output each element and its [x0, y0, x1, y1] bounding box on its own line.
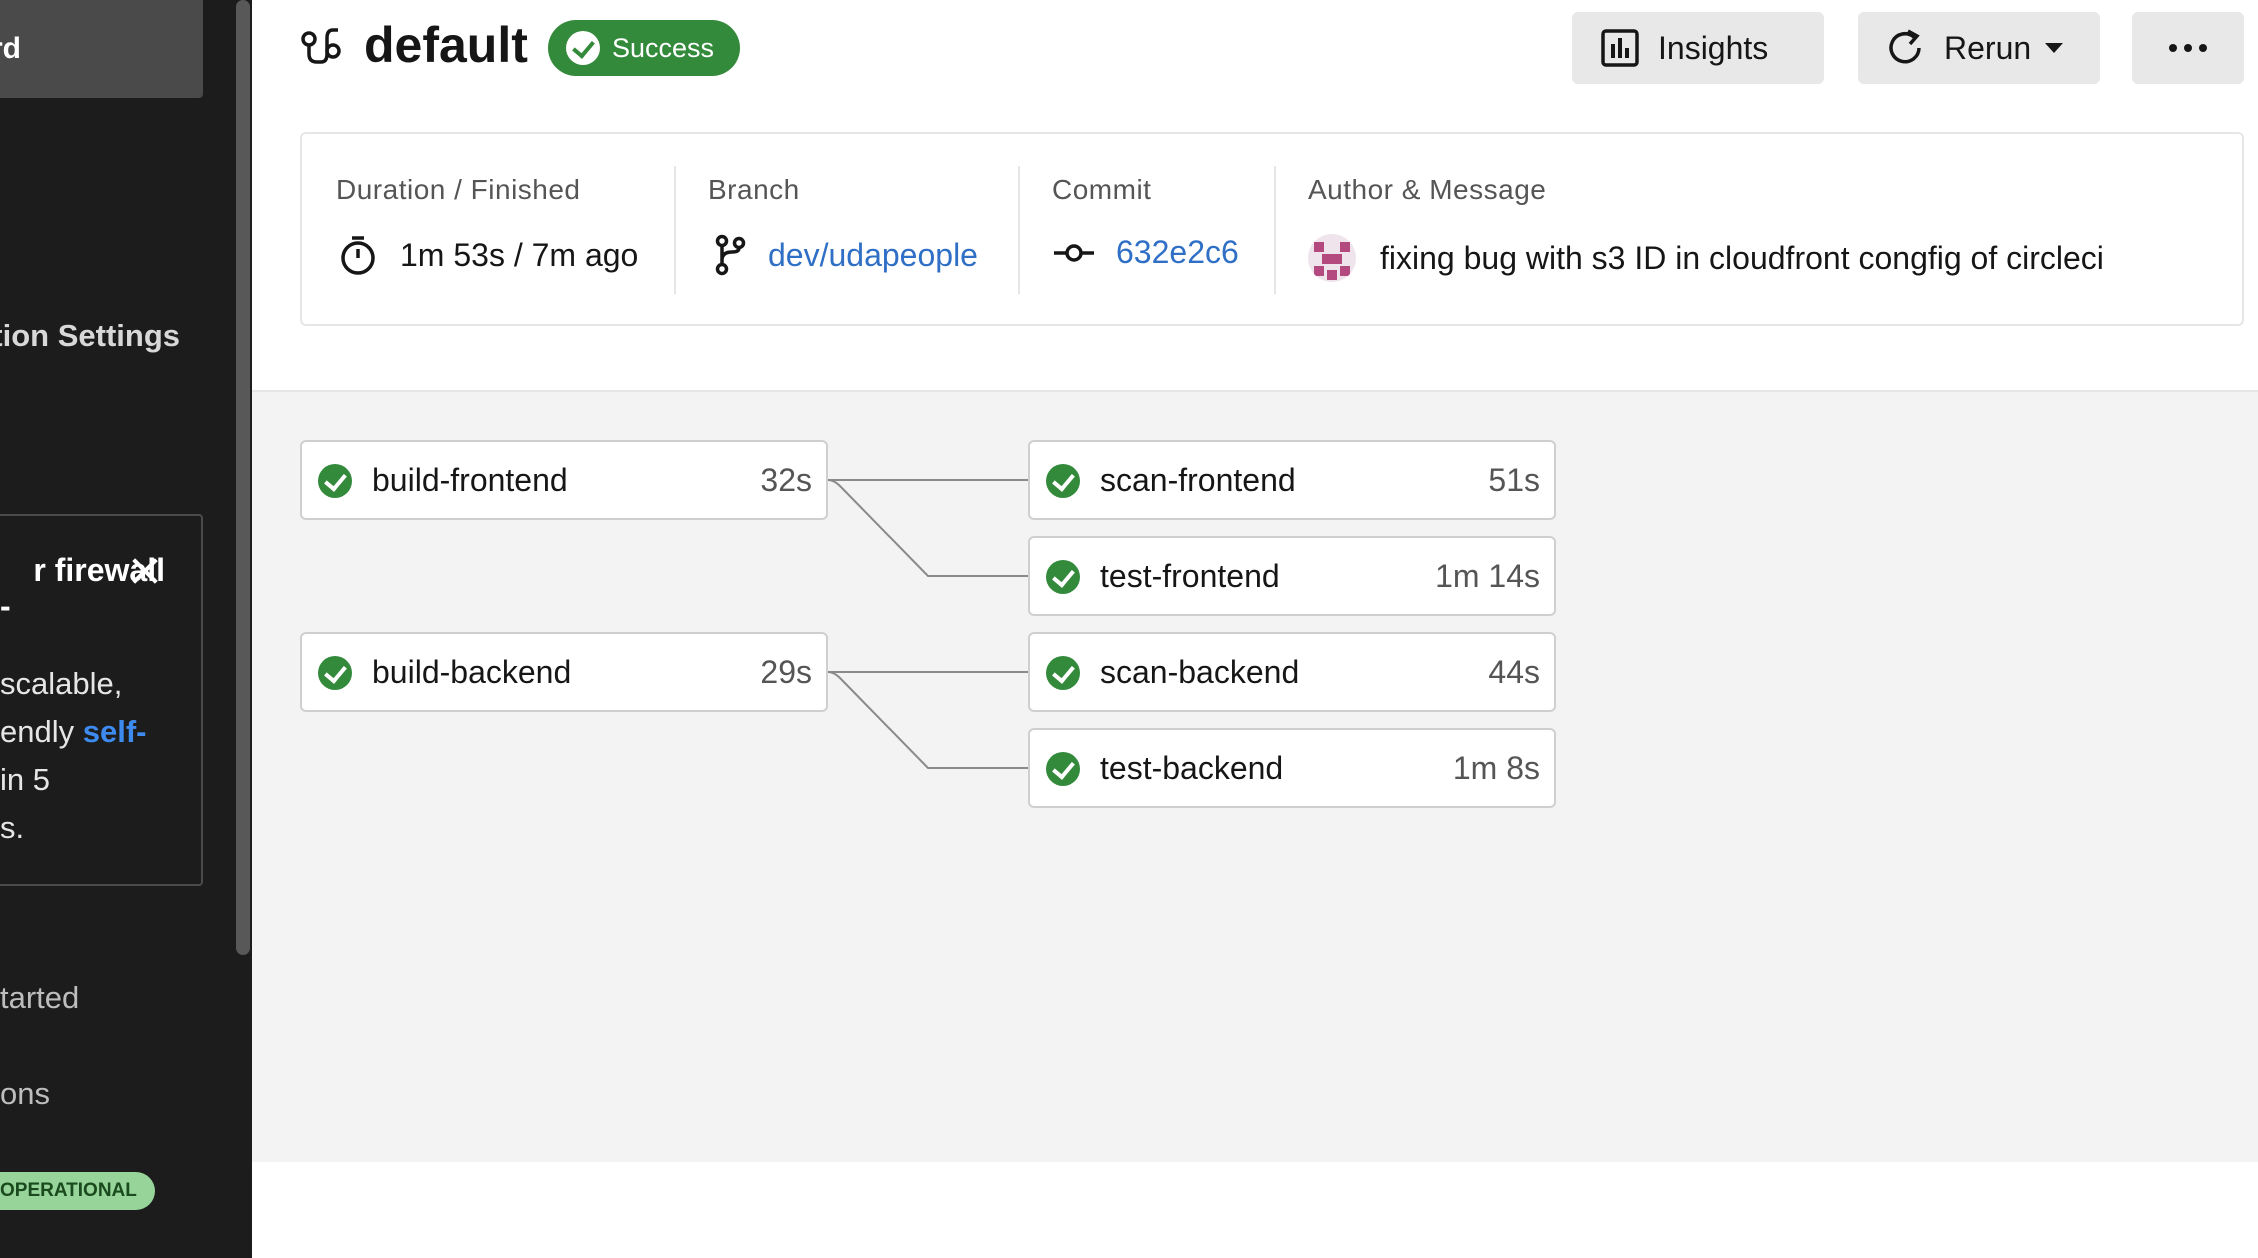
status-badge[interactable]: OPERATIONAL	[0, 1172, 155, 1210]
author-value-row: fixing bug with s3 ID in cloudfront cong…	[1308, 234, 2104, 282]
job-scan-backend[interactable]: scan-backend 44s	[1028, 632, 1556, 712]
sidebar-link-get-started[interactable]: tarted	[0, 980, 79, 1016]
sidebar-link-integrations[interactable]: ons	[0, 1076, 50, 1112]
job-duration: 32s	[760, 462, 812, 498]
sidebar-item-dashboard[interactable]: rd	[0, 0, 203, 98]
sidebar-item-organization-settings[interactable]: tion Settings	[0, 318, 180, 354]
author-label: Author & Message	[1308, 174, 1547, 205]
status-badge-success: Success	[548, 20, 741, 76]
job-name: test-frontend	[1100, 558, 1280, 594]
check-circle-icon	[566, 31, 600, 65]
workflow-graph: build-frontend 32s scan-frontend 51s tes…	[252, 390, 2258, 1162]
rerun-label: Rerun	[1944, 29, 2032, 66]
job-scan-frontend[interactable]: scan-frontend 51s	[1028, 440, 1556, 520]
job-duration: 1m 14s	[1435, 558, 1540, 594]
job-name: test-backend	[1100, 750, 1284, 786]
success-check-icon	[318, 656, 352, 690]
job-test-backend[interactable]: test-backend 1m 8s	[1028, 728, 1556, 808]
promo-card-line: in 5	[0, 762, 50, 797]
promo-card-title-line2: -	[0, 588, 11, 624]
edge-build-backend-test-backend	[827, 671, 1028, 769]
job-duration: 29s	[760, 654, 812, 690]
commit-message: fixing bug with s3 ID in cloudfront cong…	[1380, 239, 2104, 276]
more-icon	[2169, 44, 2207, 52]
commit-value-row: 632e2c6	[1054, 234, 1239, 271]
duration-value-row: 1m 53s / 7m ago	[338, 234, 638, 276]
more-actions-button[interactable]	[2132, 12, 2244, 84]
self-hosted-link[interactable]: self-	[83, 714, 147, 749]
duration-value: 1m 53s / 7m ago	[400, 236, 639, 273]
sidebar: rd tion Settings r firewall - scalable, …	[0, 0, 252, 1258]
insights-icon	[1601, 29, 1639, 67]
job-build-frontend[interactable]: build-frontend 32s	[300, 440, 828, 520]
promo-card-line: endly self-	[0, 708, 146, 756]
sidebar-scrollbar-thumb[interactable]	[236, 0, 250, 955]
success-check-icon	[1046, 752, 1080, 786]
promo-card-line: scalable,	[0, 666, 123, 701]
summary-divider	[1018, 166, 1020, 294]
job-build-backend[interactable]: build-backend 29s	[300, 632, 828, 712]
branch-label: Branch	[708, 174, 800, 205]
job-duration: 51s	[1488, 462, 1540, 498]
branch-value-row: dev/udapeople	[714, 234, 978, 276]
success-check-icon	[1046, 560, 1080, 594]
success-check-icon	[1046, 656, 1080, 690]
workflow-icon	[301, 28, 341, 64]
duration-label: Duration / Finished	[336, 174, 581, 205]
insights-label: Insights	[1658, 29, 1769, 66]
summary-divider	[1274, 166, 1276, 294]
close-icon[interactable]	[128, 554, 162, 588]
job-test-frontend[interactable]: test-frontend 1m 14s	[1028, 536, 1556, 616]
branch-link[interactable]: dev/udapeople	[768, 237, 978, 274]
timer-icon	[341, 236, 375, 275]
job-name: scan-backend	[1100, 654, 1300, 690]
commit-link[interactable]: 632e2c6	[1116, 234, 1239, 271]
chevron-down-icon	[2045, 43, 2064, 53]
promo-card-line: s.	[0, 810, 25, 845]
success-check-icon	[318, 464, 352, 498]
workflow-summary: Duration / Finished 1m 53s / 7m ago Bran…	[300, 132, 2244, 326]
page-title: default	[364, 17, 528, 73]
rerun-button[interactable]: Rerun	[1858, 12, 2100, 84]
rerun-icon	[1889, 29, 1921, 64]
job-name: build-backend	[372, 654, 572, 690]
job-name: build-frontend	[372, 462, 568, 498]
success-check-icon	[1046, 464, 1080, 498]
page-footer-area	[252, 1162, 2258, 1258]
insights-button[interactable]: Insights	[1572, 12, 1824, 84]
branch-icon	[715, 234, 746, 276]
promo-card-text: endly	[0, 714, 83, 749]
avatar	[1308, 234, 1356, 282]
job-name: scan-frontend	[1100, 462, 1296, 498]
status-label: Success	[612, 32, 715, 63]
job-duration: 1m 8s	[1452, 750, 1540, 786]
commit-icon	[1054, 243, 1094, 262]
summary-divider	[674, 166, 676, 294]
commit-label: Commit	[1052, 174, 1152, 205]
job-duration: 44s	[1488, 654, 1540, 690]
sidebar-item-dashboard-label: rd	[0, 32, 21, 65]
edge-build-frontend-test-frontend	[827, 479, 1028, 577]
